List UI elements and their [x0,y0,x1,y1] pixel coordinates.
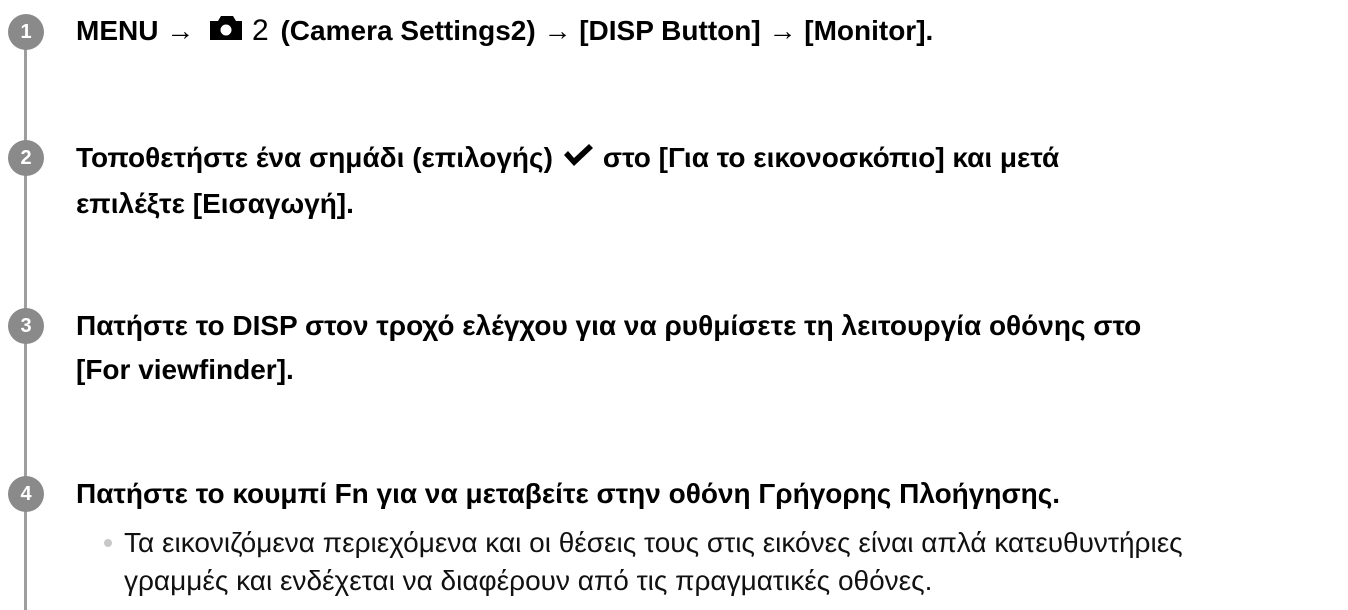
step-3-line-1: Πατήστε το DISP στον τροχό ελέγχου για ν… [76,310,1142,341]
step-2-before-check: Τοποθετήστε ένα σημάδι (επιλογής) [76,142,553,173]
step-4-text: Πατήστε το κουμπί Fn για να μεταβείτε στ… [76,472,1326,516]
step-number-badge: 1 [8,14,44,50]
camera-icon [208,11,248,55]
camera-settings-number: 2 [252,14,269,47]
procedure-steps: 1 MENU → 2 (Camera Settings2) → [DISP Bu… [0,0,1348,610]
step-1-rest: (Camera Settings2) → [DISP Button] → [Mo… [280,15,934,46]
step-1-text: MENU → 2 (Camera Settings2) → [DISP Butt… [76,9,1326,55]
note-line-1: Τα εικονιζόμενα περιεχόμενα και οι θέσει… [124,527,1183,558]
step-number-badge: 2 [8,140,44,176]
step-2-after-check: στο [Για το εικονοσκόπιο] και μετά [602,142,1060,173]
note-line-2: γραμμές και ενδέχεται να διαφέρουν από τ… [124,565,933,596]
step-2-text: Τοποθετήστε ένα σημάδι (επιλογής) στο [Γ… [76,136,1326,226]
step-4-line-1: Πατήστε το κουμπί Fn για να μεταβείτε στ… [76,478,1061,509]
menu-prefix: MENU → [76,15,195,46]
step-2-line-2: επιλέξτε [Εισαγωγή]. [76,187,354,219]
note-text: Τα εικονιζόμενα περιεχόμενα και οι θέσει… [124,524,1334,600]
step-3-line-2: [For viewfinder]. [76,354,294,385]
bullet-icon [104,539,112,547]
step-number-badge: 3 [8,308,44,344]
step-number-badge: 4 [8,476,44,512]
step-3-text: Πατήστε το DISP στον τροχό ελέγχου για ν… [76,304,1326,392]
checkmark-icon [561,138,595,182]
